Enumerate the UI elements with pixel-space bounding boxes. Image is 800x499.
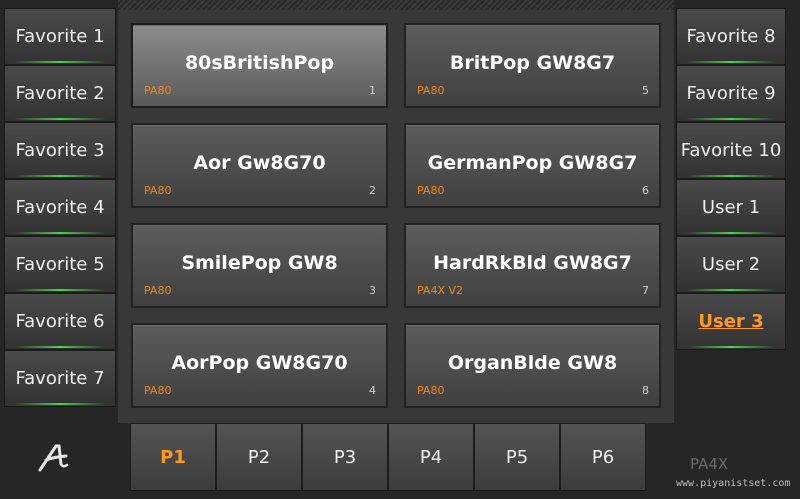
style-slot-number: 6 bbox=[642, 184, 649, 197]
favorite-button[interactable]: Favorite 7 bbox=[4, 350, 116, 407]
favorite-label: Favorite 4 bbox=[15, 197, 105, 218]
user-button[interactable]: User 3 bbox=[676, 293, 786, 350]
favorite-label: Favorite 2 bbox=[15, 83, 105, 104]
style-button[interactable]: Aor Gw8G70 PA80 2 bbox=[131, 123, 388, 208]
favorite-button[interactable]: Favorite 8 bbox=[676, 8, 786, 65]
favorite-label: Favorite 8 bbox=[686, 26, 776, 47]
page-tab-p3[interactable]: P3 bbox=[302, 423, 388, 491]
style-origin-tag: PA80 bbox=[144, 384, 172, 397]
style-name: GermanPop GW8G7 bbox=[427, 152, 638, 174]
favorite-button[interactable]: Favorite 10 bbox=[676, 122, 786, 179]
style-origin-tag: PA80 bbox=[144, 284, 172, 297]
style-slot-number: 2 bbox=[369, 184, 376, 197]
style-slot-number: 5 bbox=[642, 84, 649, 97]
page-tab-label: P6 bbox=[591, 446, 615, 468]
user-label: User 1 bbox=[701, 197, 761, 218]
style-origin-tag: PA80 bbox=[144, 84, 172, 97]
favorite-label: Favorite 3 bbox=[15, 140, 105, 161]
led-glow bbox=[685, 232, 777, 234]
led-glow bbox=[13, 61, 107, 63]
user-label: User 3 bbox=[698, 311, 764, 332]
led-glow bbox=[13, 175, 107, 177]
style-origin-tag: PA80 bbox=[417, 184, 445, 197]
led-glow bbox=[13, 403, 107, 405]
style-name: Aor Gw8G70 bbox=[193, 152, 326, 174]
korg-a-logo-icon bbox=[38, 444, 69, 472]
top-strip bbox=[118, 0, 674, 10]
led-glow bbox=[13, 118, 107, 120]
favorite-button[interactable]: Favorite 5 bbox=[4, 236, 116, 293]
style-button[interactable]: OrganBlde GW8 PA80 8 bbox=[404, 323, 661, 408]
style-origin-tag: PA80 bbox=[417, 384, 445, 397]
style-slot-number: 1 bbox=[369, 84, 376, 97]
style-name: BritPop GW8G7 bbox=[449, 52, 616, 74]
style-slot-number: 8 bbox=[642, 384, 649, 397]
led-glow bbox=[685, 289, 777, 291]
user-button[interactable]: User 1 bbox=[676, 179, 786, 236]
favorite-button[interactable]: Favorite 1 bbox=[4, 8, 116, 65]
style-origin-tag: PA80 bbox=[144, 184, 172, 197]
page-tab-p2[interactable]: P2 bbox=[216, 423, 302, 491]
led-glow bbox=[13, 289, 107, 291]
style-slot-number: 4 bbox=[369, 384, 376, 397]
favorite-label: Favorite 1 bbox=[15, 26, 105, 47]
led-glow bbox=[685, 175, 777, 177]
favorite-label: Favorite 6 bbox=[15, 311, 105, 332]
page-tab-label: P4 bbox=[419, 446, 443, 468]
style-button[interactable]: AorPop GW8G70 PA80 4 bbox=[131, 323, 388, 408]
led-glow bbox=[13, 346, 107, 348]
page-tab-p4[interactable]: P4 bbox=[388, 423, 474, 491]
style-origin-tag: PA4X V2 bbox=[417, 284, 464, 297]
favorite-label: Favorite 7 bbox=[15, 368, 105, 389]
style-name: AorPop GW8G70 bbox=[171, 352, 348, 374]
style-slot-number: 3 bbox=[369, 284, 376, 297]
led-glow bbox=[685, 346, 777, 348]
led-glow bbox=[13, 232, 107, 234]
page-tab-p5[interactable]: P5 bbox=[474, 423, 560, 491]
watermark: www.piyanistset.com bbox=[676, 478, 791, 489]
page-tab-label: P2 bbox=[247, 446, 271, 468]
style-name: 80sBritishPop bbox=[184, 52, 335, 74]
led-glow bbox=[685, 118, 777, 120]
style-name: HardRkBld GW8G7 bbox=[433, 252, 632, 274]
favorite-button[interactable]: Favorite 4 bbox=[4, 179, 116, 236]
model-label: PA4X bbox=[690, 455, 729, 473]
style-origin-tag: PA80 bbox=[417, 84, 445, 97]
style-button[interactable]: HardRkBld GW8G7 PA4X V2 7 bbox=[404, 223, 661, 308]
favorite-button[interactable]: Favorite 9 bbox=[676, 65, 786, 122]
style-name: SmilePop GW8 bbox=[181, 252, 338, 274]
favorite-label: Favorite 9 bbox=[686, 83, 776, 104]
favorite-button[interactable]: Favorite 6 bbox=[4, 293, 116, 350]
favorite-button[interactable]: Favorite 2 bbox=[4, 65, 116, 122]
page-tab-label: P1 bbox=[160, 446, 186, 468]
style-name: OrganBlde GW8 bbox=[447, 352, 618, 374]
user-label: User 2 bbox=[701, 254, 761, 275]
led-glow bbox=[685, 61, 777, 63]
page-tab-p1[interactable]: P1 bbox=[130, 423, 216, 491]
page-tab-p6[interactable]: P6 bbox=[560, 423, 646, 491]
favorite-label: Favorite 10 bbox=[680, 140, 782, 161]
style-button[interactable]: SmilePop GW8 PA80 3 bbox=[131, 223, 388, 308]
user-button[interactable]: User 2 bbox=[676, 236, 786, 293]
page-tab-label: P3 bbox=[333, 446, 357, 468]
favorite-button[interactable]: Favorite 3 bbox=[4, 122, 116, 179]
page-tab-label: P5 bbox=[505, 446, 529, 468]
favorite-label: Favorite 5 bbox=[15, 254, 105, 275]
style-button[interactable]: GermanPop GW8G7 PA80 6 bbox=[404, 123, 661, 208]
style-button[interactable]: 80sBritishPop PA80 1 bbox=[131, 23, 388, 108]
style-button[interactable]: BritPop GW8G7 PA80 5 bbox=[404, 23, 661, 108]
style-slot-number: 7 bbox=[642, 284, 649, 297]
